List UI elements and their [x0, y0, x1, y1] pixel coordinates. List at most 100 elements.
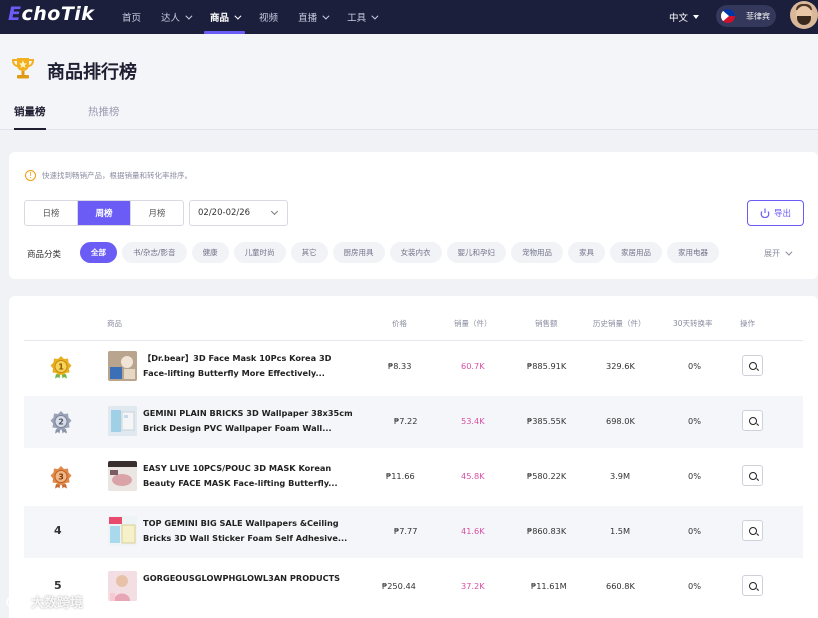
search-button[interactable] [742, 520, 763, 541]
product-thumbnail[interactable] [108, 516, 137, 546]
category-chip-all[interactable]: 全部 [80, 242, 117, 263]
category-chip-home[interactable]: 家居用品 [610, 242, 663, 263]
user-avatar[interactable] [790, 1, 818, 29]
expand-categories-button[interactable]: 展开 [764, 248, 793, 259]
table-row[interactable]: 3 EASY LIVE 10PCS/POUC 3D MASK Korean Bea… [24, 451, 803, 503]
header-sales[interactable]: 销量（件） [454, 318, 492, 329]
header-revenue[interactable]: 销售额 [535, 318, 558, 329]
nav-item-tools[interactable]: 工具 [337, 0, 386, 34]
revenue-cell: ₱885.91K [527, 361, 567, 371]
revenue-cell: ₱11.61M [531, 581, 567, 591]
search-button[interactable] [742, 355, 763, 376]
category-chip-kitchen[interactable]: 厨房用具 [332, 242, 385, 263]
category-chip-womens-underwear[interactable]: 女装内衣 [389, 242, 442, 263]
history-sales-cell: 329.6K [606, 361, 635, 371]
tab-hot-promotion[interactable]: 热推榜 [88, 104, 120, 129]
revenue-cell: ₱385.55K [527, 416, 567, 426]
product-thumbnail[interactable] [108, 571, 137, 601]
region-selector[interactable]: 菲律宾 [716, 5, 776, 27]
tab-sales-ranking[interactable]: 销量榜 [14, 104, 46, 130]
category-chip-baby-maternity[interactable]: 婴儿和孕妇 [446, 242, 507, 263]
product-thumbnail[interactable] [108, 461, 137, 491]
export-icon [760, 208, 770, 218]
nav-item-products[interactable]: 商品 [200, 0, 249, 34]
nav-item-home[interactable]: 首页 [112, 0, 151, 34]
category-chip-pets[interactable]: 宠物用品 [511, 242, 564, 263]
period-switcher: 日榜 周榜 月榜 [24, 200, 184, 226]
chevron-down-icon [785, 248, 793, 256]
search-button[interactable] [742, 410, 763, 431]
region-label: 菲律宾 [746, 11, 770, 21]
category-chip-kids-fashion[interactable]: 儿童时尚 [233, 242, 286, 263]
rank-number: 4 [54, 524, 62, 537]
caret-down-icon [693, 15, 700, 19]
watermark-logo-icon [6, 594, 26, 609]
top-nav-bar: EchoTik 首页 达人 商品 视频 直播 工具 中文 菲律宾 [0, 0, 818, 34]
header-action: 操作 [740, 319, 755, 328]
chevron-down-icon [322, 12, 330, 20]
price-cell: ₱250.44 [382, 581, 416, 591]
product-name[interactable]: EASY LIVE 10PCS/POUC 3D MASK Korean Beaut… [143, 461, 363, 491]
period-weekly-button[interactable]: 周榜 [78, 201, 131, 225]
main-nav: 首页 达人 商品 视频 直播 工具 [112, 0, 386, 34]
export-button[interactable]: 导出 [747, 200, 804, 226]
period-monthly-button[interactable]: 月榜 [131, 201, 183, 225]
info-icon: ! [25, 170, 36, 181]
search-icon [748, 471, 757, 480]
product-thumbnail[interactable] [108, 406, 137, 436]
category-chip-appliances[interactable]: 家用电器 [667, 242, 720, 263]
product-name[interactable]: GEMINI PLAIN BRICKS 3D Wallpaper 38x35cm… [143, 406, 363, 436]
history-sales-cell: 1.5M [610, 526, 631, 536]
search-icon [748, 361, 757, 370]
page-title: 商品排行榜 [47, 62, 137, 83]
echotik-logo[interactable]: EchoTik [8, 3, 94, 25]
header-conversion[interactable]: 30天转换率 [673, 318, 713, 329]
gold-medal-icon: 1 [50, 356, 72, 379]
header-price[interactable]: 价格 [392, 318, 407, 329]
category-chip-other[interactable]: 其它 [290, 242, 328, 263]
revenue-cell: ₱580.22K [527, 471, 567, 481]
language-selector[interactable]: 中文 [669, 0, 700, 34]
date-range-select[interactable]: 02/20-02/26 [189, 200, 288, 226]
chevron-down-icon [185, 12, 193, 20]
conversion-cell: 0% [688, 526, 701, 536]
category-chip-furniture[interactable]: 家具 [568, 242, 606, 263]
price-cell: ₱7.22 [394, 416, 418, 426]
table-row[interactable]: 5 GORGEOUSGLOWPHGLOWL3AN PRODUCTS ₱250.4… [24, 561, 803, 613]
ranking-table: 商品 价格 销量（件） 销售额 历史销量（件） 30天转换率 操作 1 【Dr.… [9, 296, 818, 618]
chevron-down-icon [371, 12, 379, 20]
sales-cell: 45.8K [461, 471, 485, 481]
price-cell: ₱7.77 [394, 526, 418, 536]
svg-text:1: 1 [58, 363, 64, 372]
rank-number: 5 [54, 579, 62, 592]
ranking-tabs: 销量榜 热推榜 [0, 104, 818, 130]
conversion-cell: 0% [688, 471, 701, 481]
price-cell: ₱11.66 [386, 471, 415, 481]
product-name[interactable]: GORGEOUSGLOWPHGLOWL3AN PRODUCTS [143, 571, 363, 586]
trophy-icon [12, 58, 34, 79]
sales-cell: 60.7K [461, 361, 485, 371]
svg-text:3: 3 [58, 473, 64, 482]
product-name[interactable]: 【Dr.bear】3D Face Mask 10Pcs Korea 3D Face… [143, 351, 363, 381]
filters-card: ! 快速找到畅销产品，根据销量和转化率排序。 日榜 周榜 月榜 02/20-02… [9, 152, 818, 279]
table-row[interactable]: 2 GEMINI PLAIN BRICKS 3D Wallpaper 38x35… [24, 396, 803, 448]
product-name[interactable]: TOP GEMINI BIG SALE Wallpapers &Ceiling B… [143, 516, 363, 546]
table-row[interactable]: 1 【Dr.bear】3D Face Mask 10Pcs Korea 3D Fa… [24, 341, 803, 393]
search-icon [748, 416, 757, 425]
nav-item-live[interactable]: 直播 [288, 0, 337, 34]
chevron-down-icon [234, 12, 242, 20]
period-daily-button[interactable]: 日榜 [25, 201, 78, 225]
category-chip-health[interactable]: 健康 [191, 242, 229, 263]
price-cell: ₱8.33 [388, 361, 412, 371]
conversion-cell: 0% [688, 416, 701, 426]
product-thumbnail[interactable] [108, 351, 137, 381]
search-button[interactable] [742, 575, 763, 596]
sales-cell: 53.4K [461, 416, 485, 426]
table-row[interactable]: 4 TOP GEMINI BIG SALE Wallpapers &Ceilin… [24, 506, 803, 558]
nav-item-videos[interactable]: 视频 [249, 0, 288, 34]
category-chip-books[interactable]: 书/杂志/影音 [122, 242, 187, 263]
search-icon [748, 581, 757, 590]
header-history-sales[interactable]: 历史销量（件） [593, 318, 646, 329]
search-button[interactable] [742, 465, 763, 486]
nav-item-influencers[interactable]: 达人 [151, 0, 200, 34]
